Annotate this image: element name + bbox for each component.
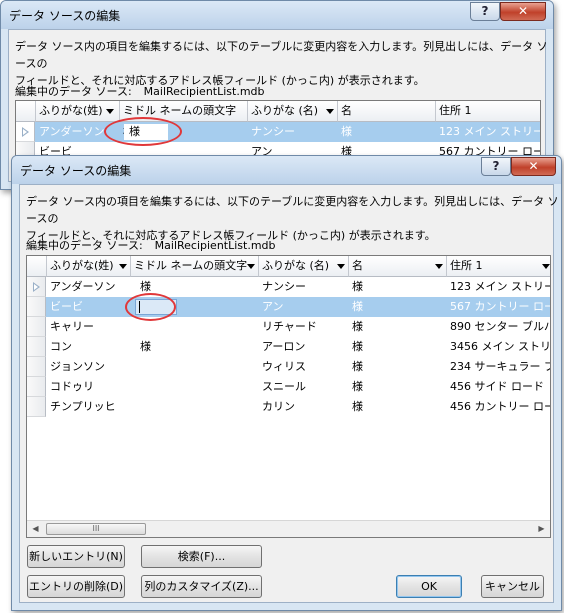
column-header-first-name[interactable]: 名: [338, 101, 436, 122]
source-name: MailRecipientList.mdb: [154, 239, 276, 252]
row-header[interactable]: [27, 317, 46, 337]
row-header[interactable]: [27, 277, 46, 297]
cell[interactable]: アン: [259, 297, 349, 317]
table-row[interactable]: ジョンソン ウィリス 様 234 サーキュラー ブルバード: [27, 357, 550, 377]
row-header[interactable]: [27, 297, 46, 317]
cell[interactable]: [137, 377, 259, 397]
column-header-middle-initial[interactable]: ミドル ネームの頭文字: [131, 256, 259, 277]
cell[interactable]: 様: [349, 277, 447, 297]
close-button[interactable]: ✕: [500, 2, 546, 21]
cell[interactable]: ナンシー: [248, 122, 338, 142]
cell[interactable]: 様: [349, 337, 447, 357]
source-label: 編集中のデータ ソース: MailRecipientList.mdb: [15, 85, 265, 98]
cell[interactable]: キャリー: [47, 317, 131, 337]
source-name: MailRecipientList.mdb: [143, 85, 265, 98]
cell[interactable]: チンプリッヒ: [47, 397, 131, 417]
cell[interactable]: ジョンソン: [47, 357, 131, 377]
cell[interactable]: アンダーソン: [47, 277, 131, 297]
row-header[interactable]: [27, 357, 46, 377]
chevron-down-icon[interactable]: [435, 264, 443, 269]
help-button[interactable]: ?: [470, 2, 500, 21]
scroll-left-icon[interactable]: ◀: [27, 521, 44, 537]
chevron-down-icon[interactable]: [337, 264, 345, 269]
ok-button[interactable]: OK: [396, 575, 462, 598]
cell[interactable]: リチャード: [259, 317, 349, 337]
column-header-last-kana[interactable]: ふりがな(姓): [47, 256, 131, 277]
cell[interactable]: 様: [349, 317, 447, 337]
cell[interactable]: スニール: [259, 377, 349, 397]
column-header-address[interactable]: 住所 1: [447, 256, 550, 277]
chevron-down-icon[interactable]: [106, 109, 114, 114]
table-row[interactable]: コン 様 アーロン 様 3456 メイン ストリート: [27, 337, 550, 357]
cell[interactable]: 様: [349, 397, 447, 417]
chevron-down-icon[interactable]: [247, 264, 255, 269]
cell[interactable]: ウィリス: [259, 357, 349, 377]
horizontal-scrollbar[interactable]: ◀ III ▶: [27, 520, 550, 537]
scroll-right-icon[interactable]: ▶: [533, 521, 550, 537]
help-button[interactable]: ?: [481, 157, 511, 176]
row-header[interactable]: [27, 337, 46, 357]
table-row[interactable]: コドゥリ スニール 様 456 サイド ロード: [27, 377, 550, 397]
cell[interactable]: 456 カントリー ロード: [447, 397, 550, 417]
table-row[interactable]: チンプリッヒ カリン 様 456 カントリー ロード: [27, 397, 550, 417]
cell[interactable]: 様: [349, 357, 447, 377]
table-row[interactable]: アンダーソン 様 ナンシー 様 123 メイン ストリート: [16, 122, 540, 142]
cancel-button[interactable]: キャンセル: [481, 575, 544, 598]
cell[interactable]: 567 カントリー ロード: [447, 297, 550, 317]
column-header-first-name[interactable]: 名: [349, 256, 447, 277]
title-bar[interactable]: データ ソースの編集 ? ✕: [12, 156, 561, 184]
cell[interactable]: アーロン: [259, 337, 349, 357]
customize-columns-button[interactable]: 列のカスタマイズ(Z)...: [141, 575, 262, 598]
cell[interactable]: 123 メイン ストリート: [447, 277, 550, 297]
column-header-first-kana[interactable]: ふりがな (名): [259, 256, 349, 277]
edit-data-source-dialog: データ ソースの編集 ? ✕ データ ソース内の項目を編集するには、以下のテーブ…: [11, 155, 562, 611]
scrollbar-thumb[interactable]: III: [46, 523, 146, 535]
data-grid[interactable]: ふりがな(姓) ミドル ネームの頭文字 ふりがな (名) 名 住所 1 アンダー…: [15, 100, 541, 162]
dialog-title: データ ソースの編集: [9, 9, 121, 23]
delete-entry-button[interactable]: エントリの削除(D): [27, 575, 125, 598]
cell[interactable]: カリン: [259, 397, 349, 417]
cell[interactable]: ナンシー: [259, 277, 349, 297]
cell[interactable]: 234 サーキュラー ブルバード: [447, 357, 550, 377]
table-row[interactable]: キャリー リチャード 様 890 センター ブルバード: [27, 317, 550, 337]
column-header-last-kana[interactable]: ふりがな(姓): [36, 101, 120, 122]
title-bar[interactable]: データ ソースの編集 ? ✕: [1, 1, 553, 29]
column-header-first-kana[interactable]: ふりがな (名): [248, 101, 338, 122]
cell[interactable]: 様: [349, 377, 447, 397]
dialog-title: データ ソースの編集: [20, 164, 132, 178]
column-header-address[interactable]: 住所 1: [436, 101, 540, 122]
cell[interactable]: 3456 メイン ストリート: [447, 337, 550, 357]
cell[interactable]: 様: [338, 122, 436, 142]
close-button[interactable]: ✕: [511, 157, 556, 176]
dialog-client-area: データ ソース内の項目を編集するには、以下のテーブルに変更内容を入力します。列見…: [19, 184, 559, 603]
cell[interactable]: コン: [47, 337, 131, 357]
cell[interactable]: ビービ: [47, 297, 131, 317]
new-entry-button[interactable]: 新しいエントリ(N): [27, 545, 125, 568]
cell[interactable]: 123 メイン ストリート: [436, 122, 540, 142]
cell[interactable]: [137, 317, 259, 337]
cell[interactable]: 890 センター ブルバード: [447, 317, 550, 337]
chevron-down-icon[interactable]: [542, 264, 550, 269]
table-row[interactable]: アンダーソン 様 ナンシー 様 123 メイン ストリート: [27, 277, 550, 297]
grid-corner: [16, 101, 36, 122]
cell[interactable]: [137, 397, 259, 417]
table-row-selected[interactable]: ビービ アン 様 567 カントリー ロード: [27, 297, 550, 317]
source-label: 編集中のデータ ソース: MailRecipientList.mdb: [26, 239, 276, 252]
description-text: データ ソース内の項目を編集するには、以下のテーブルに変更内容を入力します。列見…: [15, 40, 548, 87]
row-header[interactable]: [27, 377, 46, 397]
chevron-down-icon[interactable]: [119, 264, 127, 269]
grid-corner: [27, 256, 47, 277]
cell[interactable]: 様: [137, 337, 259, 357]
cell[interactable]: [137, 357, 259, 377]
row-header[interactable]: [27, 397, 46, 417]
cell[interactable]: 様: [349, 297, 447, 317]
row-header[interactable]: [16, 122, 35, 142]
data-grid[interactable]: ふりがな(姓) ミドル ネームの頭文字 ふりがな (名) 名 住所 1 アンダー…: [26, 255, 551, 538]
find-button[interactable]: 検索(F)...: [141, 545, 262, 568]
chevron-down-icon[interactable]: [326, 109, 334, 114]
cell[interactable]: コドゥリ: [47, 377, 131, 397]
cell[interactable]: 456 サイド ロード: [447, 377, 550, 397]
